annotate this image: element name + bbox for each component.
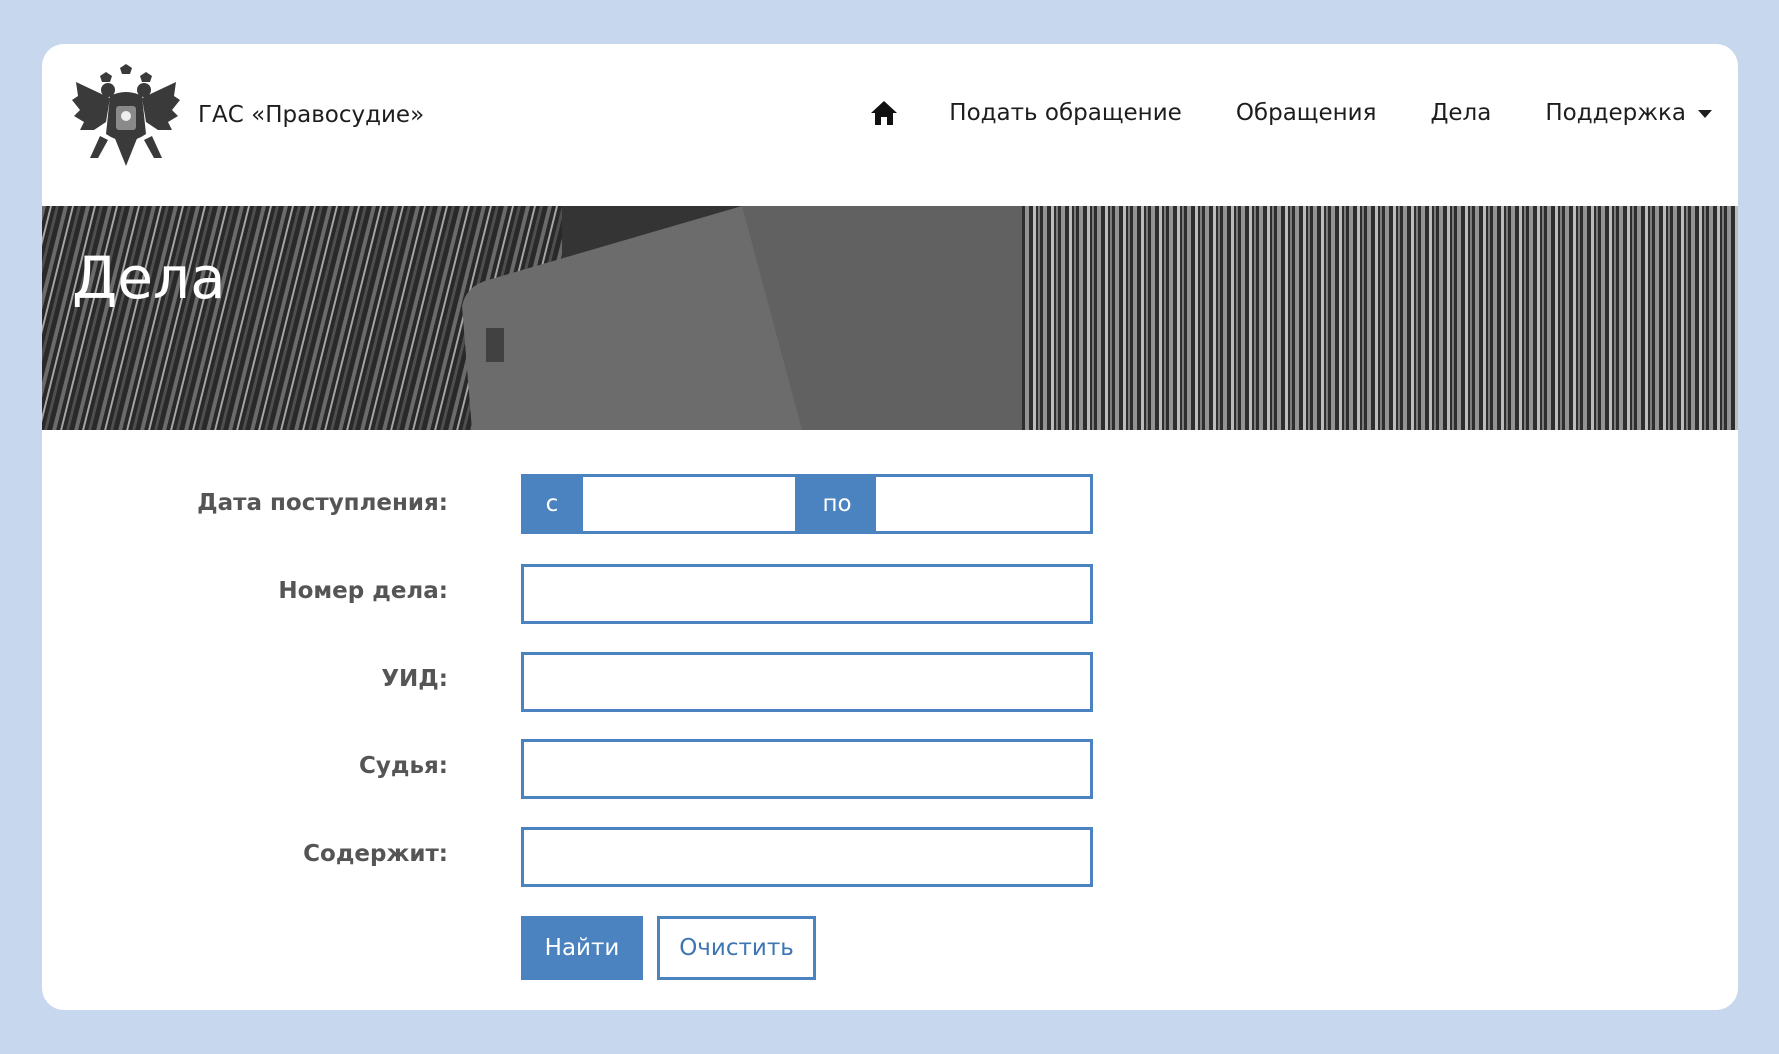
site-header: ГАС «Правосудие» Подать обращение Обраще… — [42, 44, 1738, 206]
clear-button[interactable]: Очистить — [657, 916, 816, 980]
nav-cases[interactable]: Дела — [1430, 100, 1491, 126]
judge-label: Судья: — [359, 753, 448, 779]
date-received-label: Дата поступления: — [197, 490, 448, 516]
uid-label: УИД: — [381, 666, 448, 692]
home-link[interactable] — [869, 98, 899, 128]
case-number-input[interactable] — [521, 564, 1093, 624]
uid-input[interactable] — [521, 652, 1093, 712]
date-to-prefix: по — [798, 474, 876, 534]
main-navigation: Подать обращение Обращения Дела Поддержк… — [869, 98, 1712, 128]
brand-title[interactable]: ГАС «Правосудие» — [198, 102, 424, 128]
nav-requests[interactable]: Обращения — [1236, 100, 1377, 126]
judge-input[interactable] — [521, 739, 1093, 799]
home-icon — [871, 101, 898, 125]
chevron-down-icon — [1698, 109, 1712, 118]
case-number-label: Номер дела: — [278, 578, 448, 604]
nav-support-label: Поддержка — [1545, 100, 1686, 126]
contains-input[interactable] — [521, 827, 1093, 887]
nav-submit-request[interactable]: Подать обращение — [949, 100, 1182, 126]
date-range-group: с по — [521, 474, 1093, 534]
nav-support-dropdown[interactable]: Поддержка — [1545, 100, 1712, 126]
coat-of-arms-emblem — [72, 64, 180, 166]
contains-label: Содержит: — [303, 841, 448, 867]
page-title: Дела — [72, 244, 226, 312]
banner-folders-image — [42, 206, 1738, 430]
page-banner: Дела — [42, 206, 1738, 430]
search-button[interactable]: Найти — [521, 916, 643, 980]
date-from-input[interactable] — [583, 474, 798, 534]
date-from-prefix: с — [521, 474, 583, 534]
page-card: ГАС «Правосудие» Подать обращение Обраще… — [42, 44, 1738, 1010]
date-to-input[interactable] — [876, 474, 1093, 534]
